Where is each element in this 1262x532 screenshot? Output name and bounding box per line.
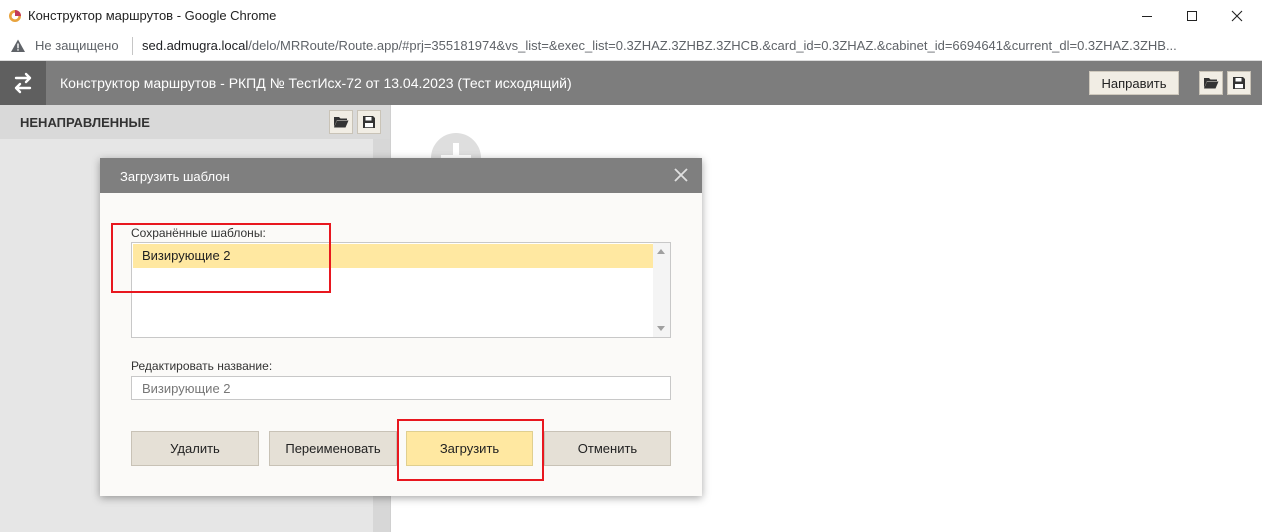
app-header: Конструктор маршрутов - РКПД № ТестИсх-7… <box>0 61 1262 105</box>
address-divider <box>132 37 133 55</box>
close-icon <box>1231 10 1243 22</box>
load-template-dialog: Загрузить шаблон Сохранённые шаблоны: Ви… <box>100 158 702 496</box>
url-path: /delo/MRRoute/Route.app/#prj=355181974&v… <box>248 38 1177 53</box>
maximize-button[interactable] <box>1169 0 1215 32</box>
window-title: Конструктор маршрутов - Google Chrome <box>28 8 277 23</box>
maximize-icon <box>1187 11 1197 21</box>
dialog-title: Загрузить шаблон <box>120 169 230 184</box>
security-status[interactable]: Не защищено <box>35 38 119 53</box>
list-scrollbar[interactable] <box>653 243 670 337</box>
saved-templates-list[interactable]: Визирующие 2 <box>131 242 671 338</box>
page-title: Конструктор маршрутов - РКПД № ТестИсх-7… <box>60 75 572 91</box>
address-bar[interactable]: Не защищено sed.admugra.local/delo/MRRou… <box>0 32 1262 61</box>
close-icon[interactable] <box>673 167 689 183</box>
app-favicon-icon <box>9 10 21 22</box>
load-button[interactable]: Загрузить <box>406 431 533 466</box>
floppy-save-icon <box>363 116 375 128</box>
folder-open-icon <box>1204 78 1219 89</box>
floppy-save-icon <box>1233 77 1245 89</box>
scroll-down-icon[interactable] <box>657 326 665 331</box>
scroll-up-icon[interactable] <box>657 249 665 254</box>
minimize-icon <box>1142 16 1152 17</box>
delete-button[interactable]: Удалить <box>131 431 259 466</box>
saved-templates-label: Сохранённые шаблоны: <box>131 226 266 240</box>
unsent-panel-header: НЕНАПРАВЛЕННЫЕ <box>0 105 390 139</box>
panel-open-button[interactable] <box>329 110 353 134</box>
route-logo[interactable] <box>0 61 46 105</box>
browser-title-bar: Конструктор маршрутов - Google Chrome <box>0 0 1262 33</box>
edit-name-label: Редактировать название: <box>131 359 273 373</box>
route-swap-icon <box>14 72 32 94</box>
save-template-button[interactable] <box>1227 71 1251 95</box>
open-template-button[interactable] <box>1199 71 1223 95</box>
rename-button[interactable]: Переименовать <box>269 431 397 466</box>
minimize-button[interactable] <box>1124 0 1170 32</box>
url-text[interactable]: sed.admugra.local/delo/MRRoute/Route.app… <box>142 38 1247 53</box>
url-host: sed.admugra.local <box>142 38 249 53</box>
send-button[interactable]: Направить <box>1089 71 1179 95</box>
folder-open-icon <box>334 117 349 128</box>
unsent-panel-title: НЕНАПРАВЛЕННЫЕ <box>20 115 150 130</box>
template-name-field[interactable] <box>131 376 671 400</box>
warning-icon[interactable] <box>10 38 26 54</box>
cancel-button[interactable]: Отменить <box>544 431 671 466</box>
close-window-button[interactable] <box>1214 0 1260 32</box>
panel-save-button[interactable] <box>357 110 381 134</box>
dialog-header: Загрузить шаблон <box>100 158 702 193</box>
list-item[interactable]: Визирующие 2 <box>133 244 654 268</box>
